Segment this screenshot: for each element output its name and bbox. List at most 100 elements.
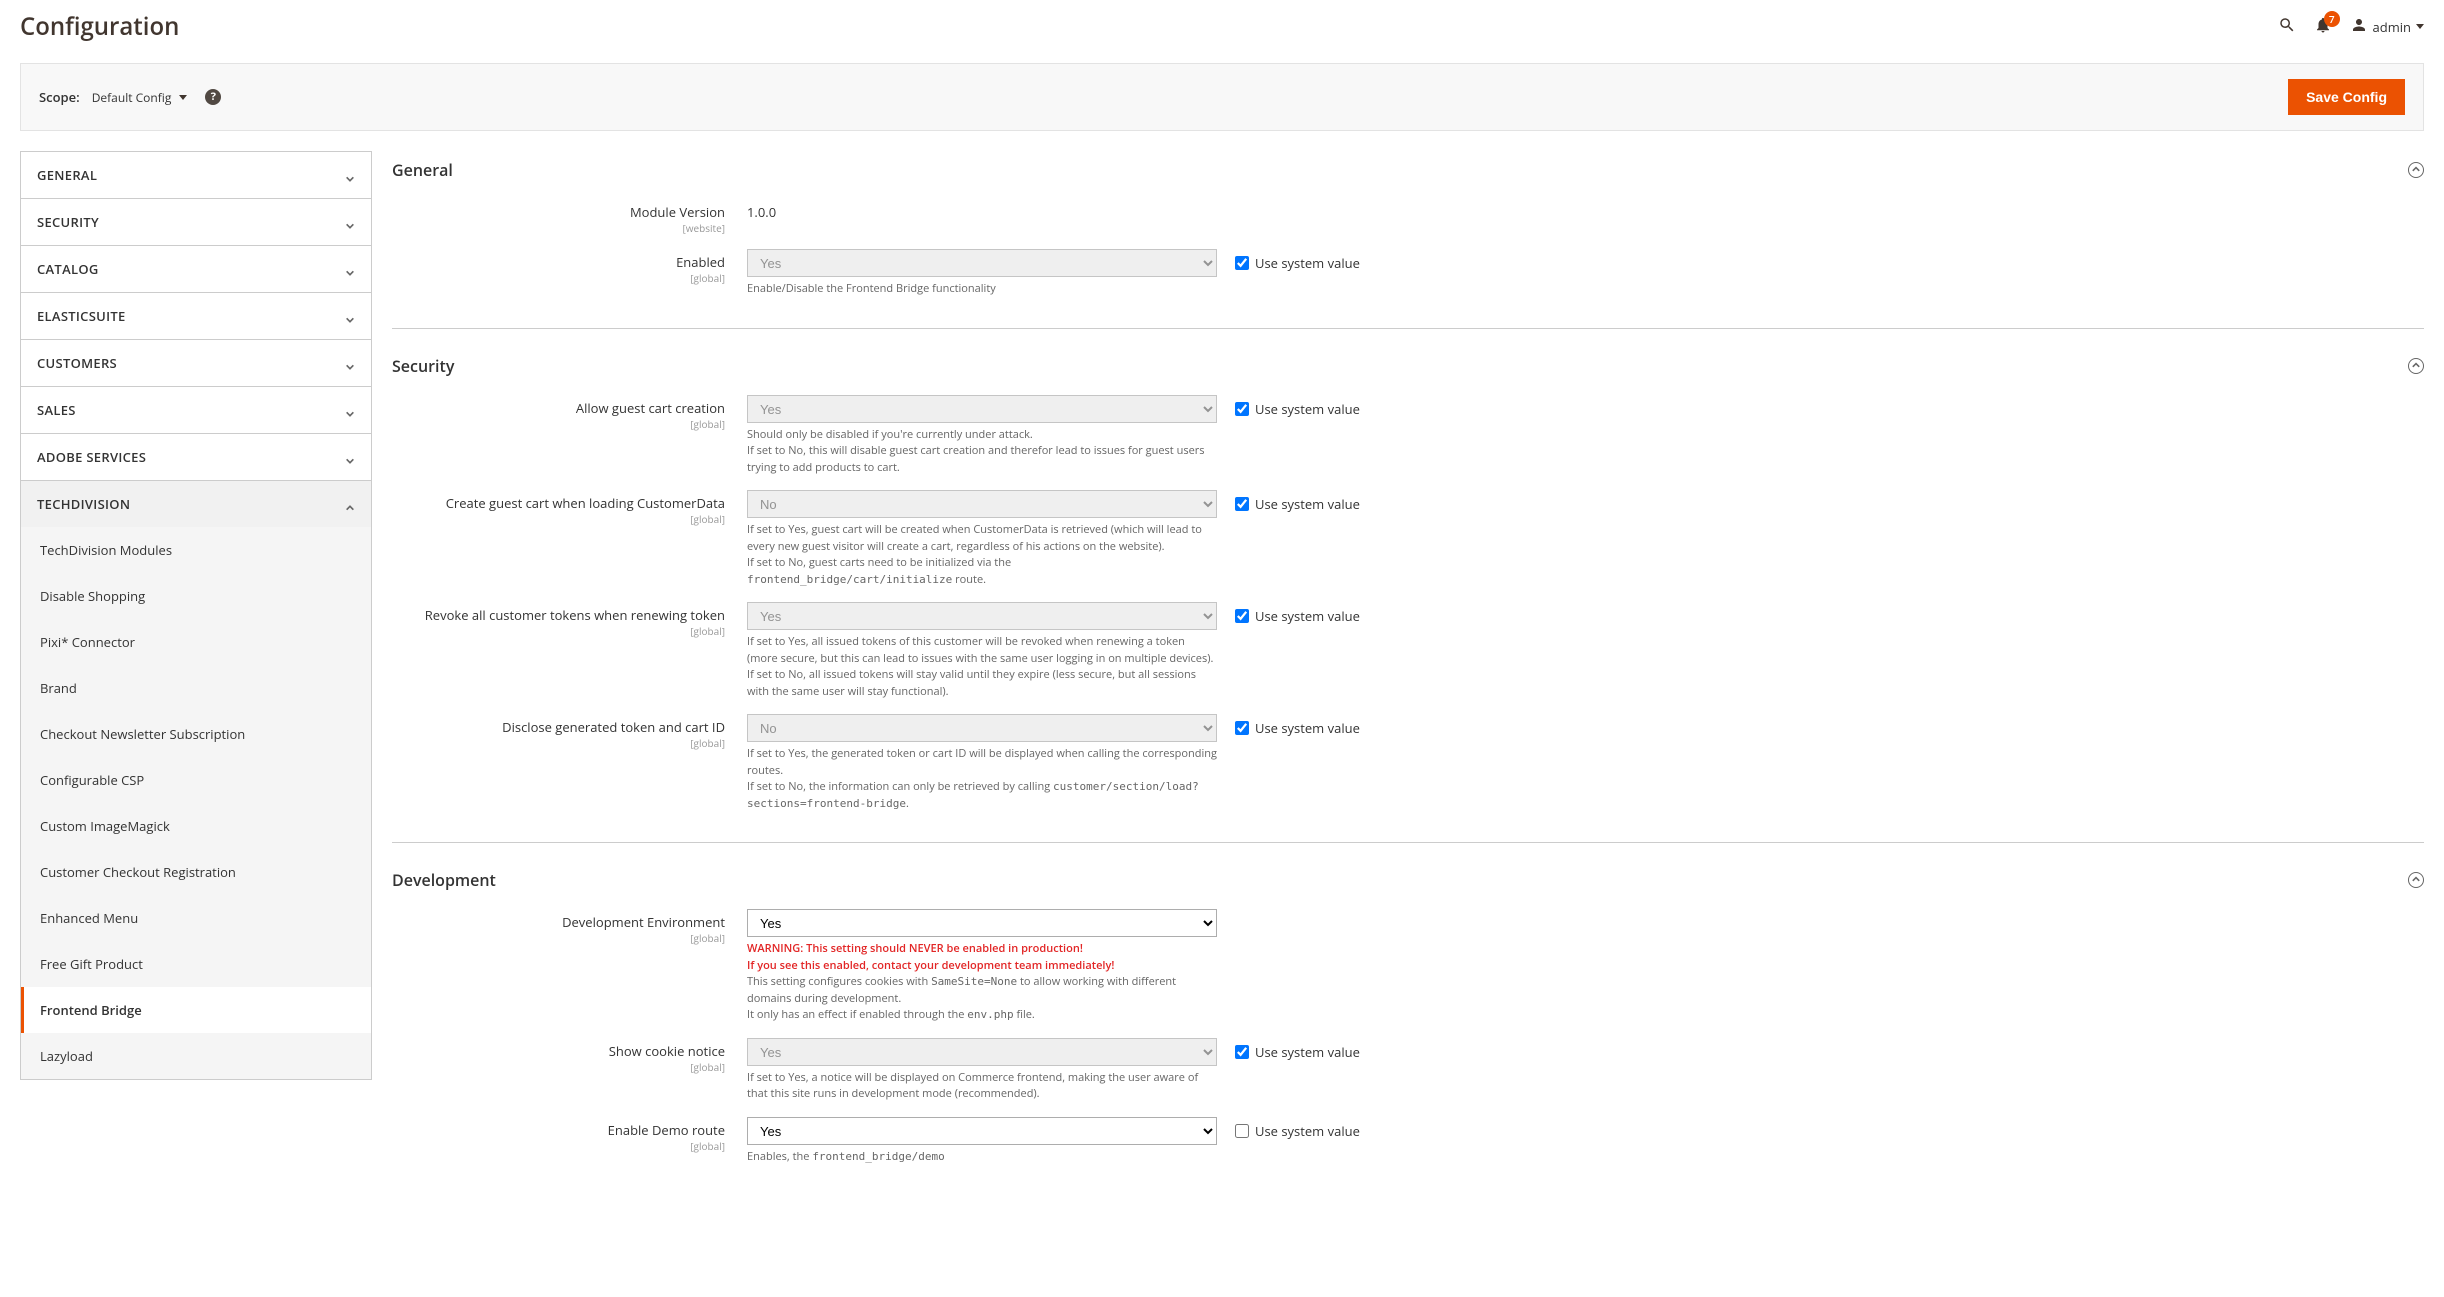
- use-system-checkbox[interactable]: [1235, 402, 1249, 416]
- admin-username: admin: [2373, 18, 2411, 36]
- use-system-checkbox[interactable]: [1235, 256, 1249, 270]
- section-title: General: [392, 159, 453, 181]
- sidebar-item-frontend-bridge[interactable]: Frontend Bridge: [21, 987, 371, 1033]
- notifications-icon[interactable]: 7: [2314, 16, 2332, 38]
- collapse-icon: [2408, 872, 2424, 888]
- field-revoke-tokens: Revoke all customer tokens when renewing…: [392, 598, 2424, 704]
- sidebar-tab-adobe-services[interactable]: ADOBE SERVICES: [21, 434, 371, 480]
- chevron-down-icon: [345, 217, 355, 227]
- page-title: Configuration: [20, 10, 179, 43]
- section-security: Security Allow guest cart creation [glob…: [392, 347, 2424, 844]
- use-system-label: Use system value: [1255, 719, 1360, 737]
- sidebar-item-enhanced-menu[interactable]: Enhanced Menu: [21, 895, 371, 941]
- revoke-tokens-select[interactable]: Yes: [747, 602, 1217, 630]
- sidebar-item-techdivision-modules[interactable]: TechDivision Modules: [21, 527, 371, 573]
- sidebar-tab-general[interactable]: GENERAL: [21, 152, 371, 198]
- field-label: Allow guest cart creation: [576, 399, 725, 417]
- field-demo-route: Enable Demo route [global] Yes Enables, …: [392, 1113, 2424, 1170]
- sidebar-tab-label: TECHDIVISION: [37, 495, 130, 513]
- field-note: Should only be disabled if you're curren…: [747, 427, 1217, 477]
- use-system-checkbox[interactable]: [1235, 609, 1249, 623]
- field-label: Development Environment: [562, 913, 725, 931]
- config-sidebar: GENERAL SECURITY CATALOG ELASTICSUITE CUSTOM…: [20, 151, 372, 1080]
- sidebar-tab-label: CUSTOMERS: [37, 354, 117, 372]
- sidebar-tab-sales[interactable]: SALES: [21, 387, 371, 433]
- sidebar-item-brand[interactable]: Brand: [21, 665, 371, 711]
- create-guest-select[interactable]: No: [747, 490, 1217, 518]
- field-note: If set to Yes, a notice will be displaye…: [747, 1070, 1217, 1103]
- dev-env-select[interactable]: Yes: [747, 909, 1217, 937]
- field-scope: [global]: [392, 1060, 725, 1074]
- field-note: If set to Yes, the generated token or ca…: [747, 746, 1217, 812]
- field-note: Enable/Disable the Frontend Bridge funct…: [747, 281, 1217, 298]
- caret-down-icon: [2416, 24, 2424, 29]
- sidebar-item-disable-shopping[interactable]: Disable Shopping: [21, 573, 371, 619]
- sidebar-item-customer-checkout-registration[interactable]: Customer Checkout Registration: [21, 849, 371, 895]
- chevron-down-icon: [345, 358, 355, 368]
- sidebar-item-free-gift-product[interactable]: Free Gift Product: [21, 941, 371, 987]
- field-scope: [global]: [392, 512, 725, 526]
- demo-route-select[interactable]: Yes: [747, 1117, 1217, 1145]
- field-note: If set to Yes, all issued tokens of this…: [747, 634, 1217, 700]
- sidebar-item-checkout-newsletter-subscription[interactable]: Checkout Newsletter Subscription: [21, 711, 371, 757]
- use-system-label: Use system value: [1255, 1122, 1360, 1140]
- sidebar-tab-catalog[interactable]: CATALOG: [21, 246, 371, 292]
- admin-user-dropdown[interactable]: admin: [2350, 16, 2424, 38]
- field-note: WARNING: This setting should NEVER be en…: [747, 941, 1217, 1024]
- section-security-header[interactable]: Security: [392, 347, 2424, 391]
- field-scope: [global]: [392, 736, 725, 750]
- field-disclose-token: Disclose generated token and cart ID [gl…: [392, 710, 2424, 816]
- use-system-checkbox[interactable]: [1235, 1045, 1249, 1059]
- section-general: General Module Version [website] 1.0.0 E…: [392, 151, 2424, 329]
- sidebar-item-lazyload[interactable]: Lazyload: [21, 1033, 371, 1079]
- sidebar-tab-security[interactable]: SECURITY: [21, 199, 371, 245]
- field-dev-env: Development Environment [global] Yes WAR…: [392, 905, 2424, 1028]
- page-header: Configuration 7 admin: [0, 0, 2444, 63]
- sidebar-item-custom-imagemagick[interactable]: Custom ImageMagick: [21, 803, 371, 849]
- use-system-checkbox[interactable]: [1235, 497, 1249, 511]
- field-scope: [website]: [392, 221, 725, 235]
- sidebar-tab-techdivision[interactable]: TECHDIVISION: [21, 481, 371, 527]
- chevron-down-icon: [345, 264, 355, 274]
- cookie-notice-select[interactable]: Yes: [747, 1038, 1217, 1066]
- scope-value: Default Config: [92, 89, 172, 106]
- field-note: If set to Yes, guest cart will be create…: [747, 522, 1217, 588]
- allow-guest-select[interactable]: Yes: [747, 395, 1217, 423]
- user-icon: [2350, 16, 2368, 38]
- use-system-checkbox[interactable]: [1235, 1124, 1249, 1138]
- sidebar-tab-label: SECURITY: [37, 213, 99, 231]
- sidebar-tab-label: CATALOG: [37, 260, 99, 278]
- sidebar-tab-label: ADOBE SERVICES: [37, 448, 146, 466]
- sidebar-tab-label: GENERAL: [37, 166, 97, 184]
- help-icon[interactable]: ?: [205, 89, 221, 105]
- search-icon[interactable]: [2278, 16, 2296, 38]
- section-development: Development Development Environment [glo…: [392, 861, 2424, 1195]
- sidebar-item-pixi-connector[interactable]: Pixi* Connector: [21, 619, 371, 665]
- section-development-header[interactable]: Development: [392, 861, 2424, 905]
- config-content: General Module Version [website] 1.0.0 E…: [392, 151, 2424, 1213]
- save-config-button[interactable]: Save Config: [2288, 79, 2405, 115]
- scope-selector[interactable]: Default Config: [92, 89, 188, 106]
- field-label: Disclose generated token and cart ID: [502, 718, 725, 736]
- disclose-select[interactable]: No: [747, 714, 1217, 742]
- chevron-down-icon: [345, 311, 355, 321]
- chevron-down-icon: [345, 452, 355, 462]
- enabled-select[interactable]: Yes: [747, 249, 1217, 277]
- chevron-down-icon: [345, 170, 355, 180]
- use-system-checkbox[interactable]: [1235, 721, 1249, 735]
- notification-badge: 7: [2324, 11, 2340, 27]
- field-scope: [global]: [392, 931, 725, 945]
- chevron-up-icon: [345, 499, 355, 509]
- sidebar-item-configurable-csp[interactable]: Configurable CSP: [21, 757, 371, 803]
- sidebar-tab-elasticsuite[interactable]: ELASTICSUITE: [21, 293, 371, 339]
- section-title: Development: [392, 869, 496, 891]
- scope-label: Scope:: [39, 88, 80, 106]
- module-version-value: 1.0.0: [747, 199, 1217, 221]
- scope-bar: Scope: Default Config ? Save Config: [20, 63, 2424, 131]
- field-create-guest-cart: Create guest cart when loading CustomerD…: [392, 486, 2424, 592]
- sidebar-tab-customers[interactable]: CUSTOMERS: [21, 340, 371, 386]
- section-general-header[interactable]: General: [392, 151, 2424, 195]
- field-label: Module Version: [630, 203, 725, 221]
- field-module-version: Module Version [website] 1.0.0: [392, 195, 2424, 239]
- field-label: Revoke all customer tokens when renewing…: [425, 606, 725, 624]
